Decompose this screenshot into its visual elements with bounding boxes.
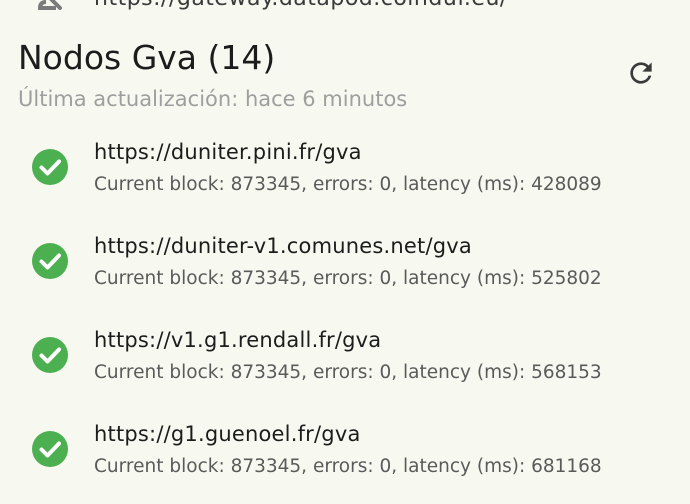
check-circle-icon <box>32 243 68 279</box>
previous-node-url: https://gateway.datapod.coinduf.eu/ <box>94 0 508 11</box>
section-title: Nodos Gva (14) <box>18 38 276 77</box>
check-circle-icon <box>32 337 68 373</box>
nodes-list: https://duniter.pini.fr/gva Current bloc… <box>0 128 690 504</box>
node-url: https://duniter-v1.comunes.net/gva <box>94 234 472 258</box>
list-item[interactable]: https://v1.g1.rendall.fr/gva Current blo… <box>0 316 690 410</box>
node-url: https://v1.g1.rendall.fr/gva <box>94 328 382 352</box>
node-url: https://duniter.pini.fr/gva <box>94 140 362 164</box>
last-update-text: Última actualización: hace 6 minutos <box>18 87 408 111</box>
section-header: Nodos Gva (14) Última actualización: hac… <box>18 38 618 114</box>
cloud-off-icon <box>36 0 70 14</box>
previous-list-item[interactable]: https://gateway.datapod.coinduf.eu/ <box>0 0 690 16</box>
list-item[interactable]: https://duniter.pini.fr/gva Current bloc… <box>0 128 690 222</box>
refresh-button[interactable] <box>620 54 662 96</box>
list-item[interactable]: https://duniter-v1.comunes.net/gva Curre… <box>0 222 690 316</box>
refresh-icon <box>625 57 657 93</box>
node-detail: Current block: 873345, errors: 0, latenc… <box>94 268 602 289</box>
check-circle-icon <box>32 149 68 185</box>
node-detail: Current block: 873345, errors: 0, latenc… <box>94 174 602 195</box>
node-detail: Current block: 873345, errors: 0, latenc… <box>94 456 602 477</box>
check-circle-icon <box>32 431 68 467</box>
node-detail: Current block: 873345, errors: 0, latenc… <box>94 362 602 383</box>
node-url: https://g1.guenoel.fr/gva <box>94 422 361 446</box>
list-item[interactable]: https://g1.guenoel.fr/gva Current block:… <box>0 410 690 504</box>
